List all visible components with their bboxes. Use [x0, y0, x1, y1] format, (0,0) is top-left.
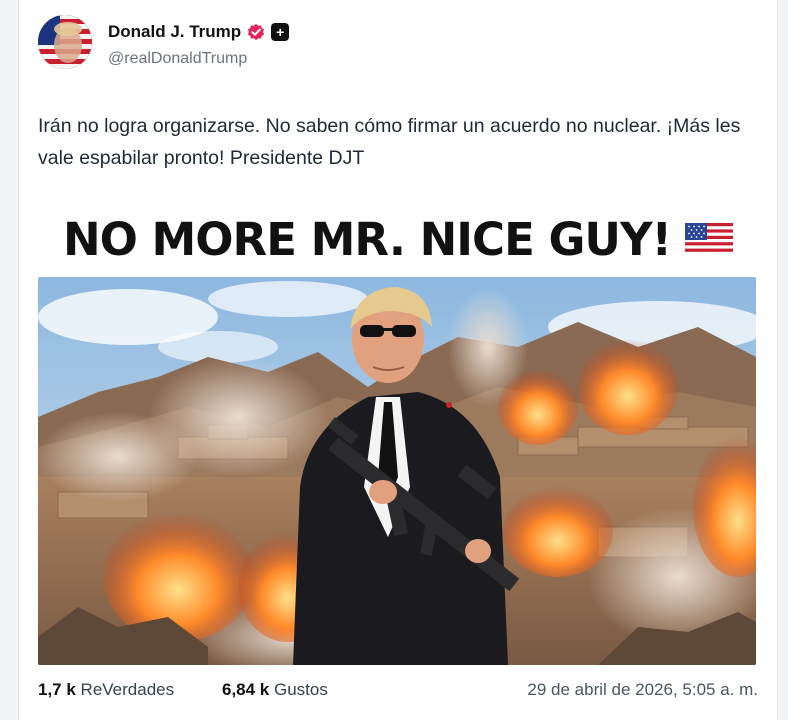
verified-badge-icon: [248, 23, 265, 41]
image-headline: NO MORE MR. NICE GUY!: [38, 208, 758, 270]
author-handle[interactable]: @realDonaldTrump: [108, 50, 247, 68]
reposts-count: 1,7 k: [38, 680, 76, 699]
author-display-name[interactable]: Donald J. Trump: [108, 22, 241, 42]
post-footer: 1,7 k ReVerdades 6,84 k Gustos 29 de abr…: [38, 680, 758, 704]
reposts-label: ReVerdades: [80, 680, 175, 699]
likes-stat[interactable]: 6,84 k Gustos: [222, 680, 328, 700]
post-timestamp[interactable]: 29 de abril de 2026, 5:05 a. m.: [527, 680, 758, 700]
likes-label: Gustos: [274, 680, 328, 699]
avatar[interactable]: [38, 15, 92, 69]
post-card: Donald J. Trump + @realDonaldTrump Irán …: [18, 0, 778, 720]
post-image[interactable]: [38, 277, 756, 665]
reposts-stat[interactable]: 1,7 k ReVerdades: [38, 680, 174, 700]
plus-badge-icon: +: [271, 23, 290, 41]
us-flag-icon: [685, 223, 734, 255]
post-text: Irán no logra organizarse. No saben cómo…: [38, 115, 741, 169]
post-image-illustration: [38, 277, 756, 665]
avatar-image: [38, 15, 92, 69]
image-headline-text: NO MORE MR. NICE GUY!: [62, 212, 672, 266]
author-name-row: Donald J. Trump +: [108, 20, 290, 44]
likes-count: 6,84 k: [222, 680, 270, 699]
